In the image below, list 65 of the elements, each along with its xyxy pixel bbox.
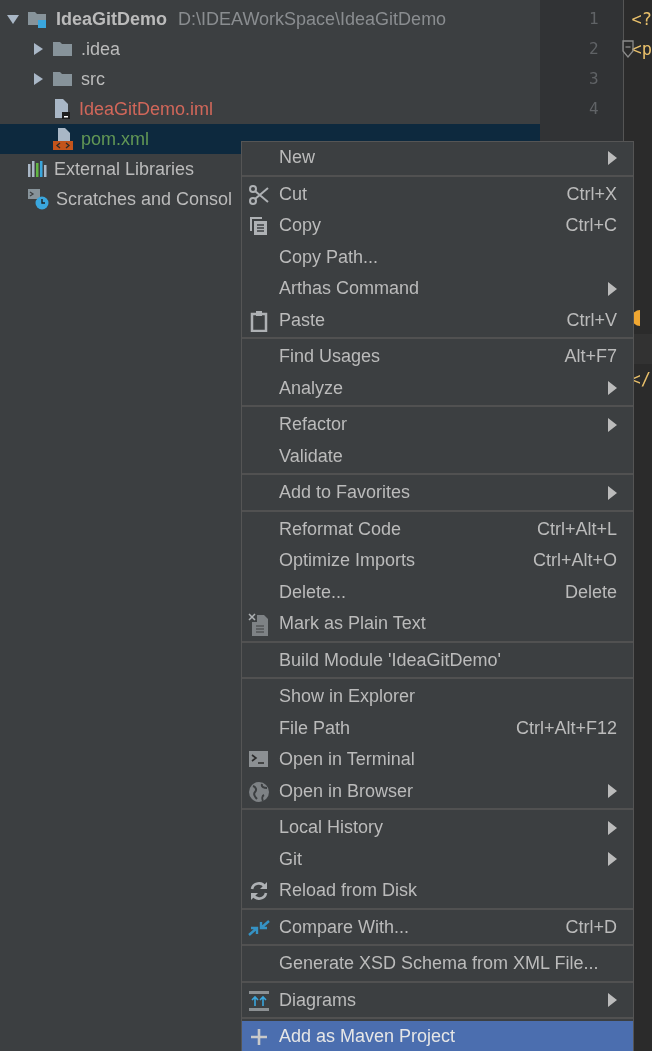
menu-item[interactable]: Open in Terminal: [242, 744, 633, 776]
shortcut-text: Alt+F7: [564, 346, 617, 368]
tree-item-label[interactable]: IdeaGitDemo: [56, 8, 168, 30]
code-text: <p: [631, 39, 652, 59]
expand-arrow-icon[interactable]: [31, 42, 45, 56]
shortcut-text: Delete: [564, 581, 617, 603]
tree-item-label[interactable]: IdeaGitDemo.iml: [79, 98, 214, 120]
menu-item[interactable]: Show in Explorer: [242, 681, 633, 713]
menu-item[interactable]: Add as Maven Project: [242, 1021, 633, 1051]
menu-item[interactable]: Reload from Disk: [242, 875, 633, 907]
menu-item[interactable]: Reformat Code Ctrl+Alt+L: [242, 513, 633, 545]
scratches-icon: [27, 188, 49, 210]
shortcut-text: Ctrl+V: [566, 309, 617, 331]
tree-item-label[interactable]: External Libraries: [54, 158, 195, 180]
plain-text-icon: [248, 613, 270, 637]
menu-item[interactable]: Validate: [242, 440, 633, 472]
shortcut-text: Ctrl+Alt+F12: [515, 717, 617, 739]
menu-item[interactable]: Git: [242, 843, 633, 875]
menu-item[interactable]: Generate XSD Schema from XML File...: [242, 948, 633, 980]
menu-item[interactable]: Find Usages Alt+F7: [242, 341, 633, 373]
menu-item[interactable]: Delete... Delete: [242, 576, 633, 608]
menu-item[interactable]: Local History: [242, 812, 633, 844]
menu-item[interactable]: Open in Browser: [242, 775, 633, 807]
terminal-icon: [248, 749, 270, 769]
clipboard-icon: [248, 309, 270, 332]
expand-arrow-icon[interactable]: [31, 72, 45, 86]
menu-item[interactable]: Analyze: [242, 372, 633, 404]
menu-item[interactable]: Diagrams: [242, 984, 633, 1016]
scissors-icon: [248, 183, 270, 206]
folder-icon: [52, 40, 74, 58]
copy-icon: [248, 215, 270, 237]
menu-item[interactable]: Cut Ctrl+X: [242, 178, 633, 210]
code-text: <?: [631, 9, 652, 29]
menu-item[interactable]: Build Module 'IdeaGitDemo': [242, 644, 633, 676]
globe-icon: [248, 780, 270, 803]
menu-item[interactable]: Optimize Imports Ctrl+Alt+O: [242, 545, 633, 577]
menu-item[interactable]: Refactor: [242, 409, 633, 441]
collapse-arrow-icon[interactable]: [6, 12, 20, 26]
menu-item[interactable]: Paste Ctrl+V: [242, 304, 633, 336]
menu-item[interactable]: Copy Ctrl+C: [242, 210, 633, 242]
reload-icon: [248, 880, 270, 902]
module-folder-icon: [27, 9, 49, 29]
file-icon: [52, 98, 72, 120]
menu-item[interactable]: Add to Favorites: [242, 477, 633, 509]
menu-item[interactable]: Arthas Command: [242, 273, 633, 305]
menu-item[interactable]: Copy Path...: [242, 241, 633, 273]
tree-item-label[interactable]: .idea: [81, 38, 121, 60]
tree-item-label[interactable]: src: [81, 68, 105, 90]
folder-icon: [52, 70, 74, 88]
shortcut-text: Ctrl+D: [565, 916, 617, 938]
shortcut-text: Ctrl+C: [565, 215, 617, 237]
menu-item[interactable]: File Path Ctrl+Alt+F12: [242, 712, 633, 744]
diagram-icon: [248, 989, 270, 1012]
shortcut-text: Ctrl+Alt+O: [532, 550, 617, 572]
menu-item[interactable]: Compare With... Ctrl+D: [242, 911, 633, 943]
tree-item-label[interactable]: Scratches and Consol: [56, 188, 233, 210]
tree-item-label[interactable]: pom.xml: [81, 128, 149, 150]
menu-item[interactable]: Mark as Plain Text: [242, 608, 633, 640]
project-path: D:\IDEAWorkSpace\IdeaGitDemo: [178, 8, 447, 30]
libraries-icon: [27, 160, 47, 178]
shortcut-text: Ctrl+X: [566, 183, 617, 205]
xml-file-icon: [52, 127, 74, 151]
fold-marker-icon[interactable]: [621, 40, 634, 58]
shortcut-text: Ctrl+Alt+L: [536, 518, 617, 540]
plus-icon: [248, 1026, 270, 1048]
